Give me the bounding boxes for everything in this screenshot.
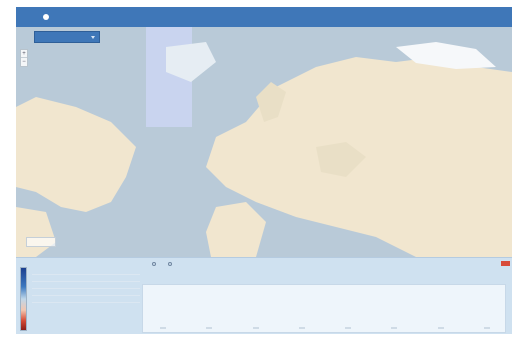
y-tick-label — [128, 312, 140, 322]
x-tick — [345, 327, 352, 329]
title-bar — [16, 7, 512, 27]
stat-row — [32, 289, 140, 296]
map-badge[interactable] — [26, 237, 56, 247]
y-tick-label — [128, 292, 140, 302]
x-tick — [437, 327, 444, 329]
layer-select[interactable] — [34, 31, 100, 43]
info-icon[interactable] — [43, 14, 49, 20]
zoom-control: + − — [20, 49, 28, 67]
time-series-plot[interactable] — [142, 284, 506, 333]
chevron-down-icon — [91, 35, 95, 39]
zoom-out-button[interactable]: − — [21, 58, 27, 66]
stat-row — [32, 268, 140, 275]
map-view[interactable]: + − — [16, 27, 512, 257]
chart-toolbar — [142, 260, 184, 268]
color-legend — [20, 267, 27, 331]
y-axis — [128, 282, 140, 334]
x-tick — [483, 327, 490, 329]
option-a-radio[interactable] — [152, 262, 158, 266]
x-tick — [252, 327, 259, 329]
close-panel-button[interactable] — [501, 261, 510, 266]
radio-icon — [152, 262, 156, 266]
zoom-in-button[interactable]: + — [21, 50, 27, 58]
stat-row — [32, 275, 140, 282]
bottom-panel — [16, 257, 512, 334]
y-tick-label — [128, 302, 140, 312]
radio-icon — [168, 262, 172, 266]
stat-row — [32, 282, 140, 289]
app-window: + − — [16, 7, 512, 334]
option-b-radio[interactable] — [168, 262, 174, 266]
x-tick — [298, 327, 305, 329]
y-tick-label — [128, 282, 140, 292]
stats-list — [32, 268, 140, 303]
note-line — [32, 331, 140, 334]
x-tick — [206, 327, 213, 329]
x-axis — [160, 327, 490, 329]
stat-row — [32, 296, 140, 303]
x-tick — [391, 327, 398, 329]
x-tick — [160, 327, 166, 329]
notes-list — [32, 316, 140, 334]
basemap — [16, 27, 512, 257]
y-tick-label — [128, 322, 140, 332]
